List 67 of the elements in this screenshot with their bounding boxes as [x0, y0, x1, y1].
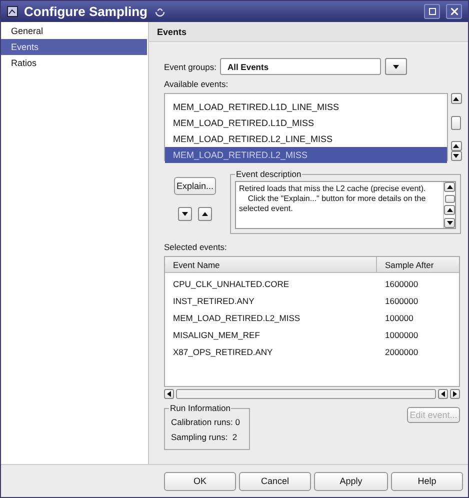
dialog-button[interactable]: Help [391, 472, 463, 490]
window-icon [7, 6, 18, 17]
up-arrow-icon [446, 208, 452, 212]
scroll-up-button[interactable] [444, 205, 455, 216]
dialog-button[interactable]: Apply [314, 472, 388, 490]
table-cell-text: INST_RETIRED.ANY [172, 294, 256, 308]
panel-title: Events [149, 22, 468, 42]
list-item[interactable]: MEM_LOAD_RETIRED.L2_MISS [165, 147, 447, 163]
list-label: Available events: [164, 79, 230, 89]
close-icon [450, 8, 458, 15]
list-label: Selected events: [164, 242, 228, 252]
close-button[interactable] [446, 4, 462, 19]
scroll-up-button[interactable] [450, 141, 462, 151]
scroll-down-button[interactable] [444, 218, 455, 228]
up-arrow-icon [453, 144, 459, 148]
right-arrow-icon [453, 391, 457, 397]
left-arrow-icon [441, 391, 445, 397]
table-cell-text: 100000 [384, 312, 414, 324]
scroll-up-button[interactable] [450, 93, 462, 104]
event-description-text: Retired loads that miss the L2 cache (precise event). Click the "Explain..." button for more details on the selected event. [238, 183, 427, 215]
down-arrow-icon [446, 220, 452, 225]
up-arrow-icon [446, 185, 452, 189]
scroll-down-button[interactable] [450, 151, 462, 161]
group-title: Event description [235, 169, 302, 179]
event-groups-combo[interactable]: All Events [220, 58, 382, 75]
down-arrow-icon [182, 212, 188, 216]
explain-button[interactable]: Explain... [174, 177, 216, 195]
table-cell-text: MISALIGN_MEM_REF [172, 328, 261, 342]
table-cell-text: 2000000 [384, 346, 420, 358]
maximize-icon [428, 8, 436, 15]
move-down-button[interactable] [178, 207, 192, 221]
scroll-left-button[interactable] [438, 389, 448, 399]
table-cell-text: MEM_LOAD_RETIRED.L2_MISS [172, 312, 302, 325]
caret-icon [393, 64, 400, 68]
list-item[interactable]: MEM_LOAD_RETIRED.L1D_MISS [165, 115, 447, 131]
sidebar-item[interactable]: Events [1, 39, 147, 55]
list-item[interactable]: MEM_LOAD_RETIRED.L2_LINE_MISS [165, 131, 447, 147]
scroll-up-button[interactable] [444, 182, 455, 192]
move-up-button[interactable] [198, 207, 212, 221]
column-header[interactable]: Sample After [377, 257, 459, 272]
scroll-left-button[interactable] [164, 389, 174, 399]
table-cell-text: 1600000 [384, 294, 420, 308]
dropdown-button[interactable] [385, 58, 408, 75]
dialog-button[interactable]: OK [164, 472, 236, 490]
left-arrow-icon [167, 391, 171, 397]
down-arrow-icon [453, 154, 459, 158]
run-info-text: Calibration runs: 0 [170, 416, 241, 429]
maximize-button[interactable] [424, 4, 440, 19]
group-title: Run Information [169, 403, 232, 413]
table-cell-text: CPU_CLK_UNHALTED.CORE [172, 278, 290, 291]
scroll-thumb[interactable] [451, 116, 461, 130]
scroll-right-button[interactable] [450, 389, 460, 399]
table-cell-text: 1000000 [384, 328, 420, 342]
up-arrow-icon [202, 212, 208, 216]
scroll-track[interactable] [176, 389, 436, 399]
dialog-button[interactable]: Cancel [239, 472, 311, 490]
sidebar-item[interactable]: Ratios [1, 55, 147, 71]
column-header[interactable]: Event Name [165, 257, 377, 272]
list-item[interactable]: MEM_LOAD_RETIRED.L1D_LINE_MISS [165, 99, 447, 115]
up-arrow-icon [453, 96, 459, 100]
run-info-text: Sampling runs: 2 [170, 431, 238, 444]
window-title: Configure Sampling [24, 4, 148, 19]
scroll-thumb[interactable] [444, 194, 454, 203]
table-cell-text: X87_OPS_RETIRED.ANY [172, 346, 274, 359]
sidebar-item[interactable]: General [1, 23, 147, 39]
table-cell-text: 1600000 [384, 278, 420, 290]
field-label: Event groups: [164, 62, 216, 72]
